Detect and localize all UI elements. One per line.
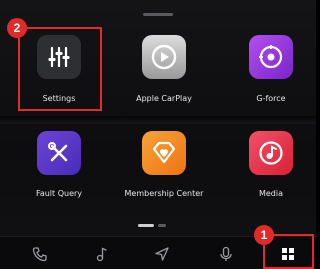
- diamond-heart-icon: [142, 131, 186, 175]
- app-label: G-force: [256, 94, 286, 103]
- app-apple-carplay[interactable]: Apple CarPlay: [111, 24, 211, 124]
- page-dot-active: [138, 224, 154, 227]
- callout-badge-1: 1: [254, 225, 274, 245]
- app-g-force[interactable]: G-force: [218, 24, 318, 124]
- app-fault-query[interactable]: Fault Query: [6, 122, 106, 222]
- page-indicator: [138, 224, 166, 227]
- top-drag-handle[interactable]: [143, 13, 173, 16]
- music-icon[interactable]: [82, 237, 122, 269]
- g-force-icon: [249, 35, 293, 79]
- settings-highlight-box: [18, 27, 102, 111]
- launcher-screen: Settings Apple CarPlay G-force Fault Que…: [0, 0, 316, 269]
- music-note-icon: [249, 131, 293, 175]
- navigation-icon[interactable]: [142, 237, 182, 269]
- app-membership-center[interactable]: Membership Center: [111, 122, 211, 222]
- page-dot-inactive: [158, 224, 166, 227]
- callout-badge-2: 2: [7, 18, 27, 38]
- phone-icon[interactable]: [20, 237, 60, 269]
- carplay-icon: [142, 35, 186, 79]
- app-label: Media: [258, 189, 284, 198]
- wrench-screwdriver-icon: [37, 131, 81, 175]
- microphone-icon[interactable]: [206, 237, 246, 269]
- app-media[interactable]: Media: [218, 122, 318, 222]
